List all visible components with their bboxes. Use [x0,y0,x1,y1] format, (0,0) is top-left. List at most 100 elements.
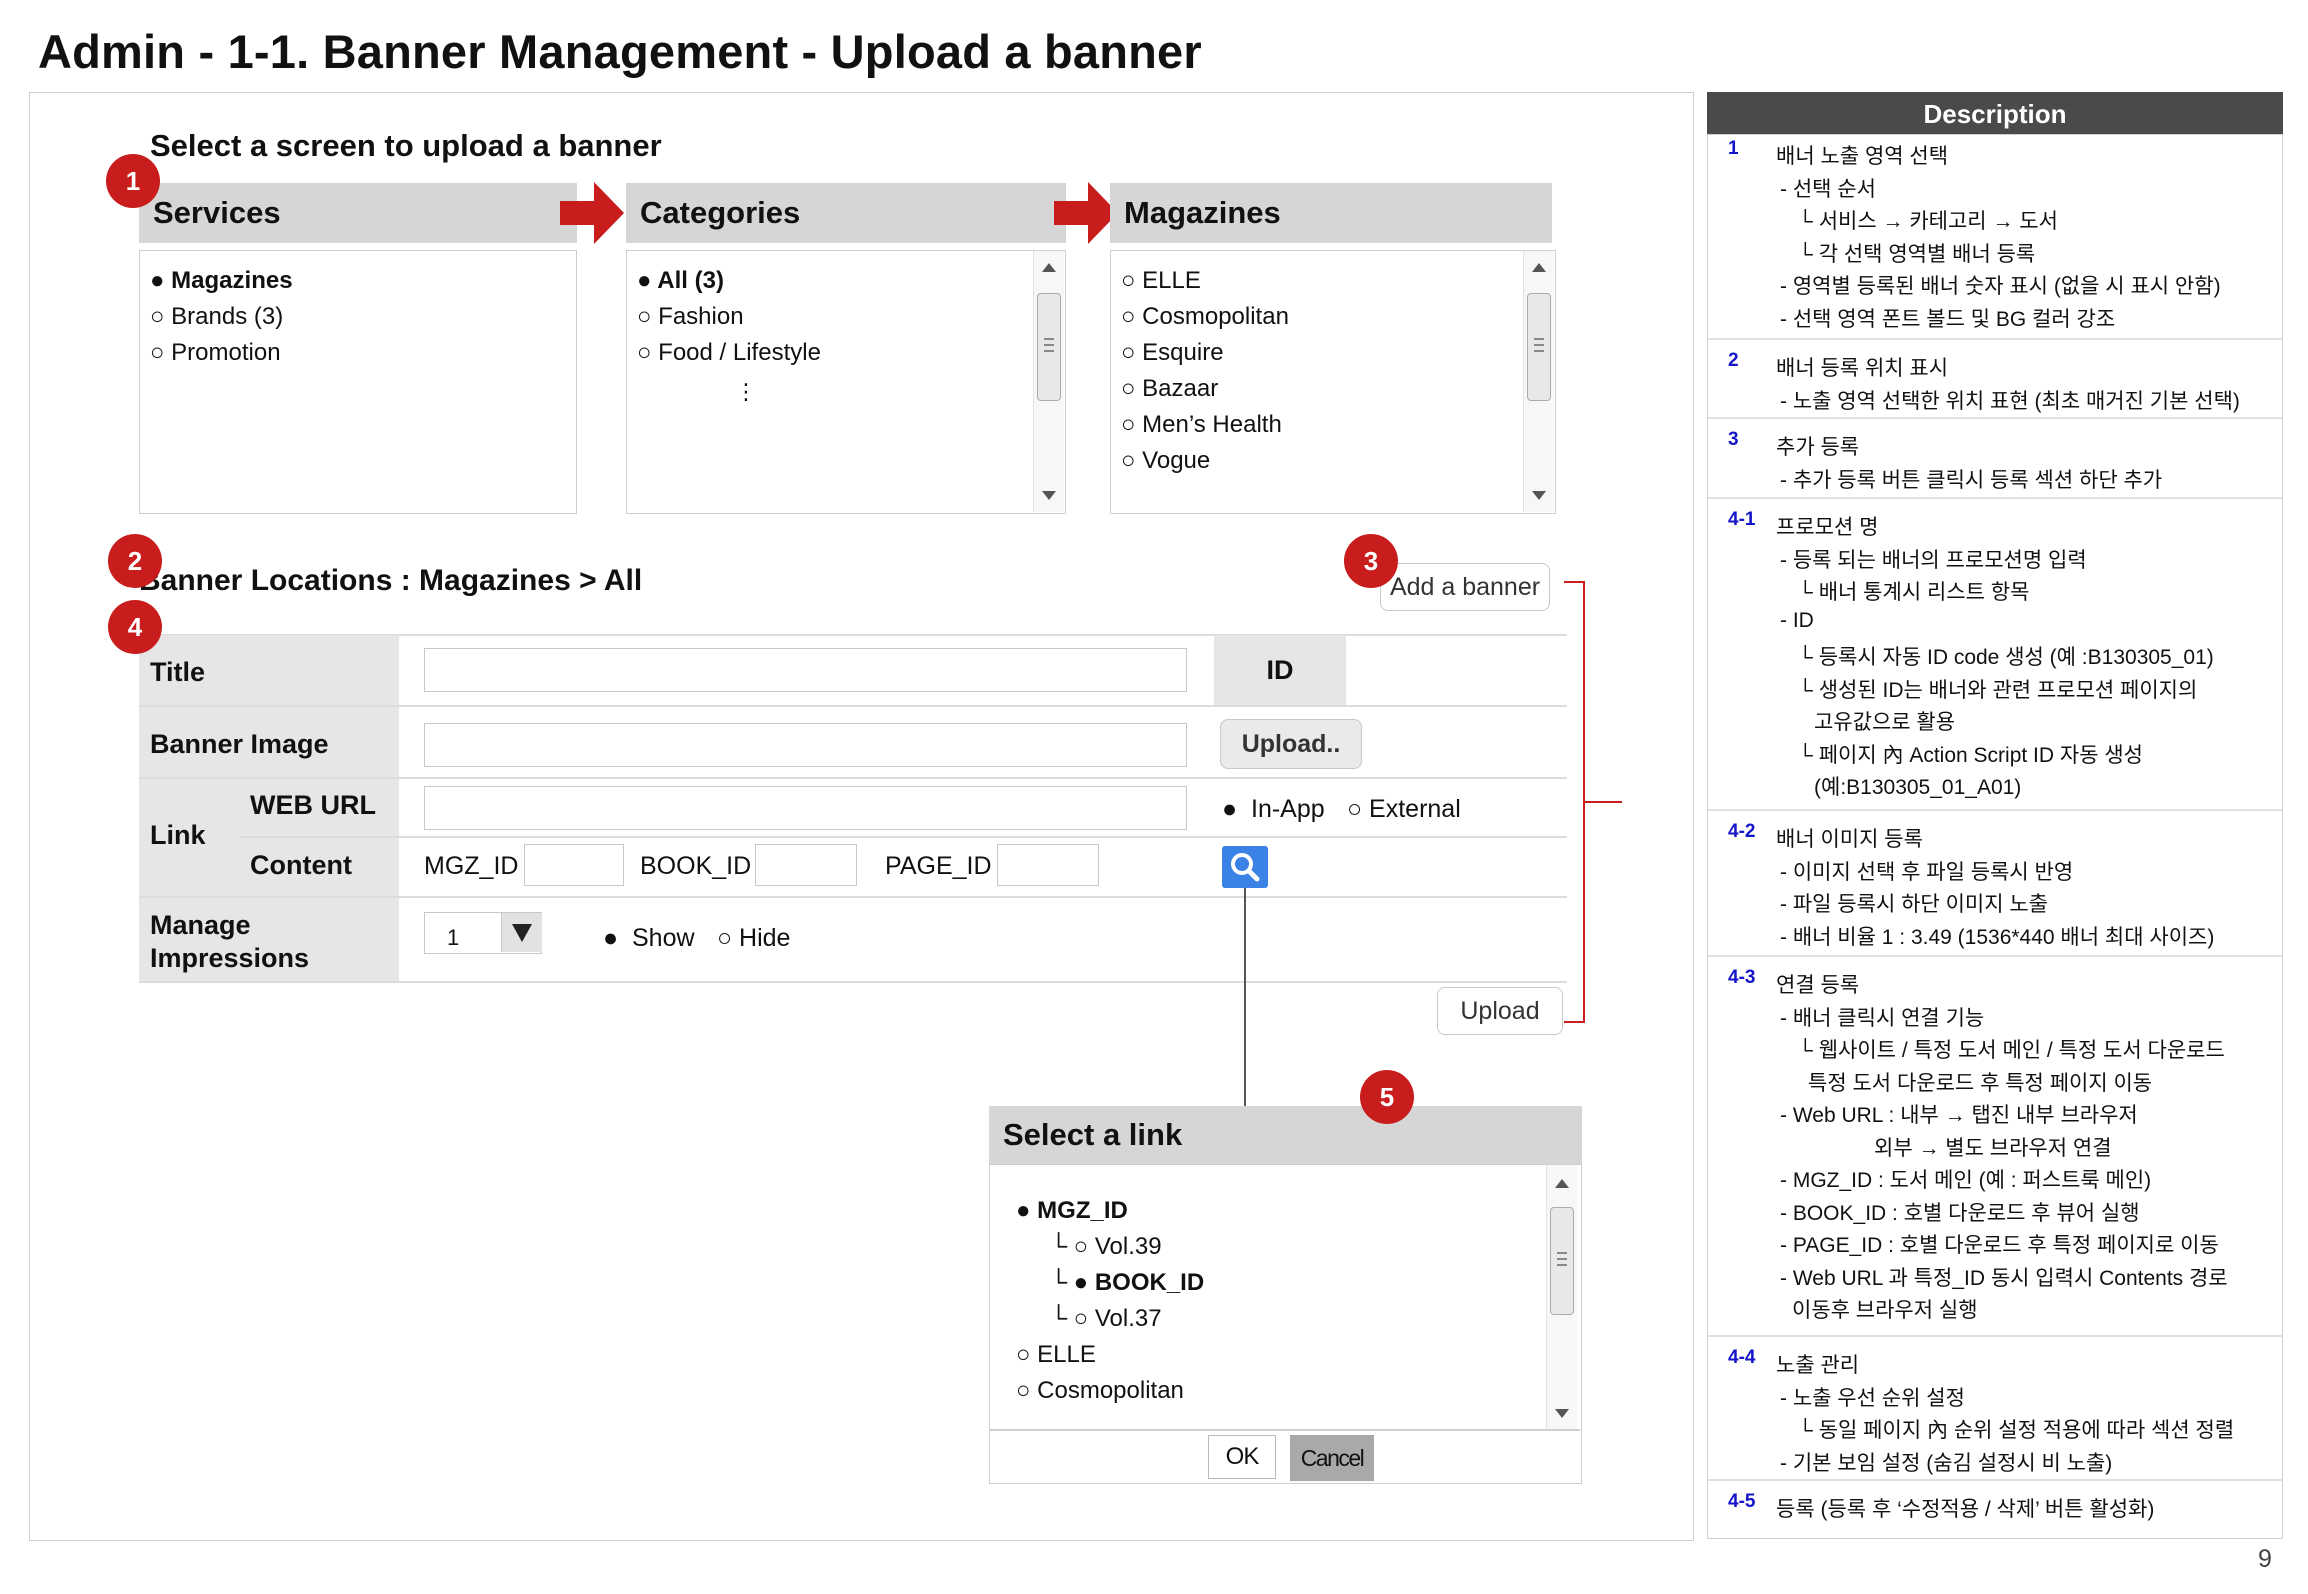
description-line: └ 페이지 內 Action Script ID 자동 생성 [1798,743,2144,767]
services-item-promotion[interactable]: ○ Promotion [150,339,281,367]
upload-button[interactable]: Upload [1437,987,1563,1035]
ok-button[interactable]: OK [1208,1435,1276,1479]
mgz-id-label: MGZ_ID [424,852,519,880]
search-icon[interactable] [1222,846,1268,888]
select-link-popup: ● MGZ_ID └ ○ Vol.39 └ ● BOOK_ID └ ○ Vol.… [989,1164,1582,1484]
select-link-header: Select a link [989,1106,1582,1164]
description-separator [1708,417,2282,419]
scroll-thumb[interactable] [1550,1207,1574,1315]
scroll-thumb[interactable] [1037,293,1061,401]
annotation-badge-4: 4 [108,600,162,654]
title-input[interactable] [424,648,1187,692]
magazines-item-cosmopolitan[interactable]: ○ Cosmopolitan [1121,303,1289,331]
link-item-elle[interactable]: ○ ELLE [1016,1341,1096,1369]
description-line: 등록 (등록 후 ‘수정적용 / 삭제’ 버튼 활성화) [1776,1498,2155,1521]
page-title: Admin - 1-1. Banner Management - Upload … [38,25,1202,78]
magazines-item-elle[interactable]: ○ ELLE [1121,267,1201,295]
description-number: 2 [1728,350,1739,371]
web-url-label: WEB URL [250,790,376,820]
dropdown-arrow-icon[interactable] [501,913,542,952]
services-item-brands[interactable]: ○ Brands (3) [150,303,283,331]
magazines-item-esquire[interactable]: ○ Esquire [1121,339,1224,367]
description-line: - 이미지 선택 후 파일 등록시 반영 [1780,860,2074,884]
show-radio[interactable]: ● Show [603,924,695,953]
manage-impressions-label-line1: Manage [150,910,251,940]
content-label: Content [250,850,352,880]
description-separator [1708,497,2282,499]
categories-item-food-lifestyle[interactable]: ○ Food / Lifestyle [637,339,821,367]
manage-impressions-label-line2: Impressions [150,943,310,973]
page-id-input[interactable] [997,844,1099,886]
scroll-down-icon[interactable] [1555,1409,1569,1418]
hide-radio[interactable]: ○ Hide [717,924,790,953]
connector-line [1244,888,1246,1106]
web-url-input[interactable] [424,786,1187,830]
cancel-button[interactable]: Cancel [1290,1435,1374,1481]
bracket-annotation [1564,581,1622,1023]
description-number: 4-4 [1728,1347,1756,1368]
description-line: - 등록 되는 배너의 프로모션명 입력 [1780,548,2087,572]
link-item-vol39[interactable]: └ ○ Vol.39 [1050,1233,1162,1261]
scroll-down-icon[interactable] [1042,491,1056,500]
categories-header: Categories [626,183,1066,243]
link-item-book-id[interactable]: └ ● BOOK_ID [1050,1269,1204,1297]
description-separator [1708,338,2282,340]
mgz-id-input[interactable] [524,844,624,886]
banner-image-input[interactable] [424,723,1187,767]
magazines-header: Magazines [1110,183,1552,243]
magazines-item-bazaar[interactable]: ○ Bazaar [1121,375,1218,403]
scroll-up-icon[interactable] [1555,1179,1569,1188]
title-label: Title [150,657,206,687]
link-item-mgz-id[interactable]: ● MGZ_ID [1016,1197,1128,1225]
arrow-right-icon [1054,182,1118,244]
categories-item-all[interactable]: ● All (3) [637,267,724,295]
description-line: - 기본 보임 설정 (숨김 설정시 비 노출) [1780,1451,2113,1475]
description-number: 1 [1728,138,1739,159]
scroll-thumb[interactable] [1527,293,1551,401]
description-separator [1708,955,2282,957]
magazines-list: ○ ELLE ○ Cosmopolitan ○ Esquire ○ Bazaar… [1110,250,1556,514]
external-radio[interactable]: ○ External [1347,795,1461,824]
magazines-scrollbar[interactable] [1523,251,1554,512]
services-item-magazines[interactable]: ● Magazines [150,267,293,295]
description-line: 추가 등록 [1776,436,1860,459]
id-label: ID [1214,635,1346,705]
services-header: Services [139,183,577,243]
annotation-badge-2: 2 [108,534,162,588]
description-line: └ 웹사이트 / 특정 도서 메인 / 특정 도서 다운로드 [1798,1039,2225,1062]
categories-scrollbar[interactable] [1033,251,1064,512]
description-line: (예:B130305_01_A01) [1814,776,2022,799]
scroll-up-icon[interactable] [1042,263,1056,272]
description-line: 노출 관리 [1776,1354,1860,1377]
priority-select[interactable]: 1 [424,912,542,954]
scroll-down-icon[interactable] [1532,491,1546,500]
link-item-vol37[interactable]: └ ○ Vol.37 [1050,1305,1162,1333]
link-item-cosmopolitan[interactable]: ○ Cosmopolitan [1016,1377,1184,1405]
description-line: └ 서비스 → 카테고리 → 도서 [1798,210,2058,233]
upload-image-button[interactable]: Upload.. [1220,719,1362,769]
annotation-badge-3: 3 [1344,534,1398,588]
description-line: 배너 이미지 등록 [1776,828,1923,851]
description-line: └ 등록시 자동 ID code 생성 (예 :B130305_01) [1798,646,2214,669]
description-line: - 배너 클릭시 연결 기능 [1780,1006,1985,1030]
in-app-radio[interactable]: ● In-App [1222,795,1325,824]
scroll-up-icon[interactable] [1532,263,1546,272]
categories-item-fashion[interactable]: ○ Fashion [637,303,744,331]
add-banner-button[interactable]: Add a banner [1380,563,1550,611]
description-line: └ 동일 페이지 內 순위 설정 적용에 따라 섹션 정렬 [1798,1419,2235,1442]
description-line: 고유값으로 활용 [1814,711,1956,734]
select-link-scrollbar[interactable] [1546,1165,1577,1429]
book-id-label: BOOK_ID [640,852,752,880]
description-line: - 파일 등록시 하단 이미지 노출 [1780,893,2049,916]
magazines-item-mens-health[interactable]: ○ Men’s Health [1121,411,1282,439]
description-line: - 노출 우선 순위 설정 [1780,1386,1965,1410]
description-line: └ 각 선택 영역별 배너 등록 [1798,242,2036,266]
description-line: - 배너 비율 1 : 3.49 (1536*440 배너 최대 사이즈) [1780,925,2215,949]
description-line: 배너 등록 위치 표시 [1776,357,1949,380]
description-line: - MGZ_ID : 도서 메인 (예 : 퍼스트룩 메인) [1780,1169,2152,1192]
magazines-item-vogue[interactable]: ○ Vogue [1121,447,1210,475]
description-line: - 노출 영역 선택한 위치 표현 (최초 매거진 기본 선택) [1780,389,2240,413]
book-id-input[interactable] [755,844,857,886]
description-number: 4-2 [1728,821,1756,842]
description-line: - 선택 영역 폰트 볼드 및 BG 컬러 강조 [1780,307,2116,331]
